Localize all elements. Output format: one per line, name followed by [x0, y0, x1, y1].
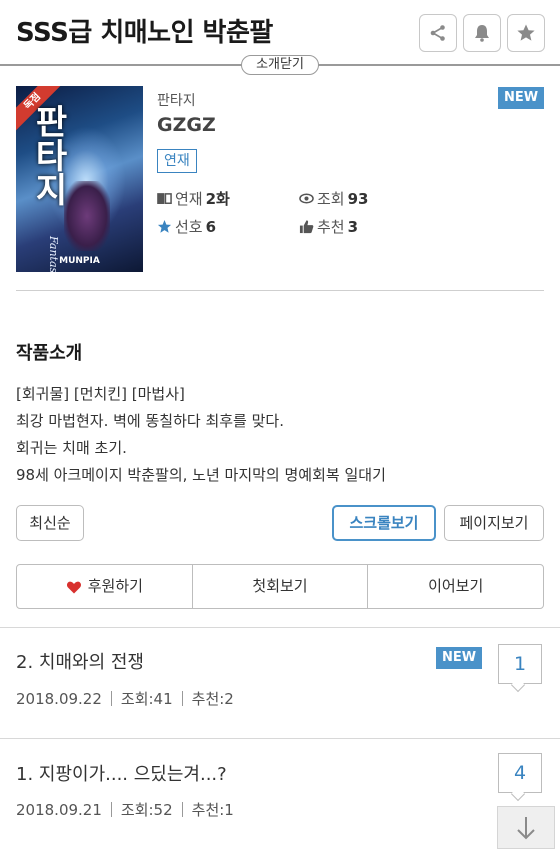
scroll-down-button[interactable] [497, 806, 555, 849]
share-button[interactable] [419, 14, 457, 52]
action-bar: 후원하기 첫회보기 이어보기 [16, 564, 544, 609]
heart-icon [66, 581, 81, 593]
page-view-button[interactable]: 페이지보기 [444, 505, 544, 541]
episode-date: 2018.09.21 [16, 800, 102, 819]
view-count: 조회 93 [299, 188, 368, 209]
intro-line: 최강 마법현자. 벽에 똥칠하다 최후를 맞다. [16, 412, 284, 430]
intro-line: 회귀는 치매 초기. [16, 439, 127, 457]
section-divider [16, 290, 544, 291]
thumbs-up-icon [299, 220, 314, 234]
cover-title: 판타지 [28, 104, 68, 206]
favorite-button[interactable] [507, 14, 545, 52]
eye-icon [299, 193, 314, 204]
arrow-down-icon [517, 816, 535, 839]
author-name[interactable]: GZGZ [157, 114, 216, 136]
episode-title[interactable]: 1. 지팡이가.... 으딨는겨...? [16, 760, 227, 786]
share-icon [430, 25, 445, 41]
intro-line: [회귀물] [먼치킨] [마법사] [16, 385, 185, 403]
episode-views: 조회:41 [120, 690, 173, 708]
cover-image: 독점 판타지 Fantasy MUNPIA [16, 86, 143, 272]
episode-meta: 2018.09.22 조회:41 추천:2 [16, 688, 234, 709]
book-icon [157, 193, 172, 204]
episode-count: 연재 2화 [157, 188, 230, 209]
star-icon [517, 24, 535, 41]
episode-meta: 2018.09.21 조회:52 추천:1 [16, 799, 234, 820]
page-title: SSS급 치매노인 박춘팔 [16, 18, 273, 48]
list-divider [0, 738, 560, 739]
intro-title: 작품소개 [16, 343, 83, 364]
genre-label: 판타지 [157, 93, 196, 109]
serial-status-tag: 연재 [157, 149, 197, 173]
intro-toggle-button[interactable]: 소개닫기 [241, 55, 319, 75]
episode-title[interactable]: 2. 치매와의 전쟁 [16, 648, 144, 674]
continue-reading-button[interactable]: 이어보기 [368, 565, 543, 608]
bell-icon [475, 25, 489, 42]
sort-latest-button[interactable]: 최신순 [16, 505, 84, 541]
comment-count-button[interactable]: 4 [498, 753, 542, 802]
support-button[interactable]: 후원하기 [17, 565, 193, 608]
episode-date: 2018.09.22 [16, 689, 102, 708]
list-divider [0, 627, 560, 628]
episode-recommends: 추천:2 [191, 690, 234, 708]
intro-line: 98세 아크메이지 박춘팔의, 노년 마지막의 명예회복 일대기 [16, 466, 386, 484]
new-badge: NEW [498, 87, 545, 109]
favorite-count: 선호 6 [157, 216, 216, 237]
cover-publisher: MUNPIA [59, 256, 100, 266]
star-icon [157, 219, 172, 233]
recommend-count: 추천 3 [299, 216, 358, 237]
scroll-view-button[interactable]: 스크롤보기 [332, 505, 436, 541]
comment-count-button[interactable]: 1 [498, 644, 542, 693]
first-episode-button[interactable]: 첫회보기 [193, 565, 369, 608]
new-badge: NEW [436, 647, 483, 669]
episode-views: 조회:52 [120, 801, 173, 819]
cover-subtitle: Fantasy [47, 236, 60, 272]
notification-button[interactable] [463, 14, 501, 52]
episode-recommends: 추천:1 [191, 801, 234, 819]
